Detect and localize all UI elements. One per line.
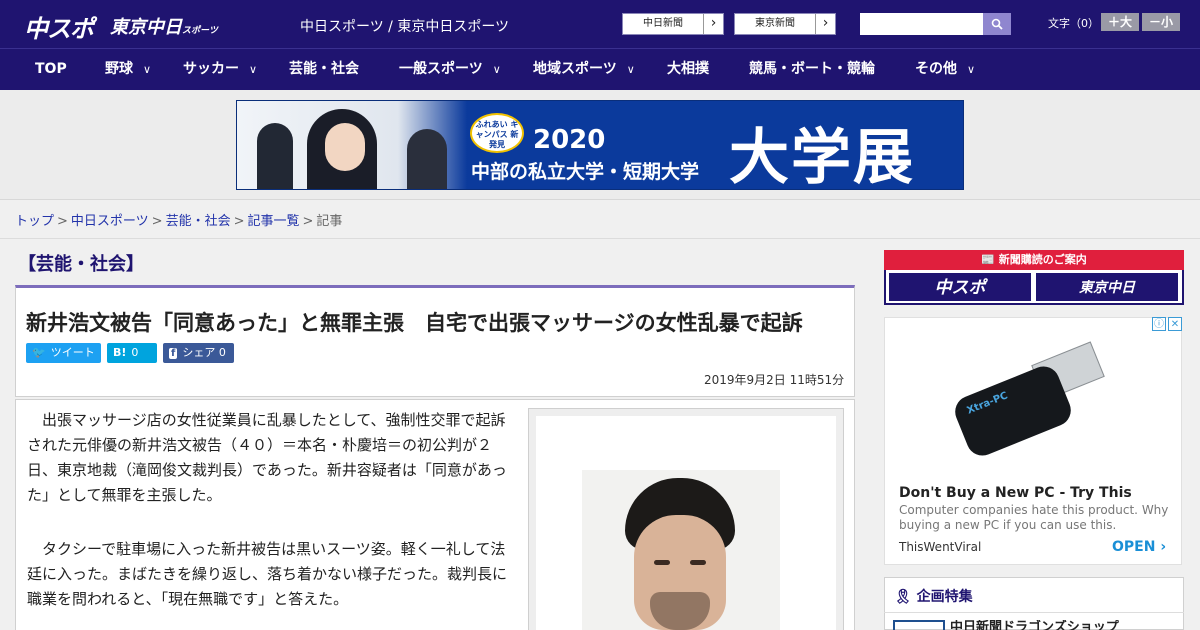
banner-year: 2020 [533,125,606,155]
breadcrumb-link-top[interactable]: トップ [15,214,54,229]
chunichi-shinbun-label: 中日新聞 [643,18,683,29]
breadcrumb-link-article-list[interactable]: 記事一覧 [248,214,300,229]
chuspo-logo[interactable]: 中スポ [24,9,94,44]
article-headline: 新井浩文被告「同意あった」と無罪主張 自宅で出張マッサージの女性乱暴で起訴 [26,311,803,335]
nav-label: TOP [35,61,67,77]
nav-item-local-sports[interactable]: 地域スポーツ ∨ [533,49,635,90]
nav-item-sumo[interactable]: 大相撲 [667,49,709,90]
feature-thumbnail[interactable] [893,620,945,630]
facebook-icon: f [169,348,178,359]
banner-headline: 大学展 [729,123,915,190]
newspaper-icon: 📰 [981,253,999,266]
site-title[interactable]: 中日スポーツ / 東京中日スポーツ [300,16,509,36]
twitter-icon: 🐦 [32,346,46,359]
photo-subject-eye [654,560,670,565]
nav-label: 野球 [105,61,133,77]
tokyo-logo-text: 東京中日 [110,17,182,38]
banner-badge: ふれあい キャンパス 新発見 [470,113,524,153]
tokyo-shinbun-label: 東京新聞 [755,18,795,29]
subscribe-tokyo-chunichi-button[interactable]: 東京中日 [1035,272,1179,302]
hatena-icon: B! [113,346,127,359]
nav-label: 大相撲 [667,61,709,77]
ad-choices[interactable]: ⓘ ✕ [1152,317,1182,331]
feature-item-link[interactable]: 中日新聞ドラゴンズショップ [950,620,1119,630]
feature-heading-text: 企画特集 [916,589,973,605]
chevron-down-icon: ∨ [143,63,152,76]
breadcrumb-separator: > [151,214,163,229]
tweet-label: ツイート [50,346,95,359]
ribbon-icon: 🎗 [894,589,912,605]
top-header: 中スポ 東京中日スポーツ 中日スポーツ / 東京中日スポーツ 中日新聞 › 東京… [0,0,1200,48]
main-nav: TOP 野球 ∨ サッカー ∨ 芸能・社会 一般スポーツ ∨ 地域スポーツ ∨ 大相撲 … [0,48,1200,90]
search-input[interactable] [860,13,983,35]
tokyo-logo-suffix: スポーツ [182,26,218,36]
search-icon [991,18,1003,30]
tweet-button[interactable]: 🐦 ツイート [26,343,101,363]
ad-title[interactable]: Don't Buy a New PC - Try This [899,485,1132,501]
feature-heading: 🎗 企画特集 [894,586,973,606]
breadcrumb-link-entertainment[interactable]: 芸能・社会 [166,214,231,229]
font-larger-button[interactable]: ＋大 [1101,13,1139,31]
banner-subtitle: 中部の私立大学・短期大学 [471,161,700,183]
nav-item-soccer[interactable]: サッカー ∨ [183,49,257,90]
nav-label: サッカー [183,61,239,77]
hatena-count: 0 [131,346,139,359]
chevron-right-icon: › [703,14,723,34]
breadcrumb-separator: > [302,214,314,229]
facebook-share-label: シェア 0 [182,346,226,359]
nav-item-general-sports[interactable]: 一般スポーツ ∨ [399,49,501,90]
article-paragraph: タクシーで駐車場に入った新井被告は黒いスーツ姿。軽く一礼して法廷に入った。まばた… [27,540,508,608]
nav-item-top[interactable]: TOP [35,49,67,90]
banner-student-face [325,123,365,171]
section-label[interactable]: 【芸能・社会】 [18,250,144,276]
info-icon[interactable]: ⓘ [1152,317,1166,331]
breadcrumb-current: 記事 [316,214,343,229]
ad-description: Computer companies hate this product. Wh… [899,503,1169,532]
breadcrumb: トップ > 中日スポーツ > 芸能・社会 > 記事一覧 > 記事 [15,210,342,229]
photo-subject-eye [690,560,706,565]
nav-item-keiba[interactable]: 競馬・ボート・競輪 [749,49,875,90]
font-size-label: 文字（0） [1048,17,1099,30]
chevron-down-icon: ∨ [626,63,635,76]
nav-label: 一般スポーツ [399,61,483,77]
nav-item-baseball[interactable]: 野球 ∨ [105,49,151,90]
banner-area: ふれあい キャンパス 新発見 2020 中部の私立大学・短期大学 大学展 [0,90,1200,200]
tokyo-shinbun-button[interactable]: 東京新聞 › [734,13,836,35]
nav-item-other[interactable]: その他 ∨ [915,49,975,90]
search-button[interactable] [983,13,1011,35]
banner-student-figure [407,129,447,189]
subscription-heading[interactable]: 📰 新聞購読のご案内 [884,250,1184,270]
chunichi-shinbun-button[interactable]: 中日新聞 › [622,13,724,35]
chevron-down-icon: ∨ [492,63,501,76]
nav-label: 芸能・社会 [289,61,359,77]
ad-source: ThisWentViral [899,540,982,554]
university-fair-banner[interactable]: ふれあい キャンパス 新発見 2020 中部の私立大学・短期大学 大学展 [236,100,964,190]
hatena-bookmark-button[interactable]: B! 0 [107,343,157,363]
banner-student-figure [257,123,293,189]
chevron-right-icon: › [815,14,835,34]
breadcrumb-separator: > [57,214,68,229]
nav-label: 競馬・ボート・競輪 [749,61,875,77]
subscription-heading-text: 新聞購読のご案内 [998,253,1087,266]
divider [884,612,1184,613]
tokyo-chunichi-logo[interactable]: 東京中日スポーツ [110,13,218,39]
ad-open-button[interactable]: OPEN › [1112,539,1166,555]
nav-label: 地域スポーツ [533,61,617,77]
nav-item-entertainment[interactable]: 芸能・社会 [289,49,359,90]
breadcrumb-link-chuspo[interactable]: 中日スポーツ [71,214,149,229]
facebook-share-button[interactable]: f シェア 0 [163,343,234,363]
subscribe-chuspo-button[interactable]: 中スポ [888,272,1032,302]
article-paragraph: 出張マッサージ店の女性従業員に乱暴したとして、強制性交罪で起訴された元俳優の新井… [27,411,507,504]
nav-label: その他 [915,61,957,77]
chevron-down-icon: ∨ [249,63,258,76]
breadcrumb-separator: > [233,214,245,229]
font-smaller-button[interactable]: －小 [1142,13,1180,31]
chevron-down-icon: ∨ [967,63,976,76]
article-datetime: 2019年9月2日 11時51分 [704,373,845,387]
close-icon[interactable]: ✕ [1168,317,1182,331]
